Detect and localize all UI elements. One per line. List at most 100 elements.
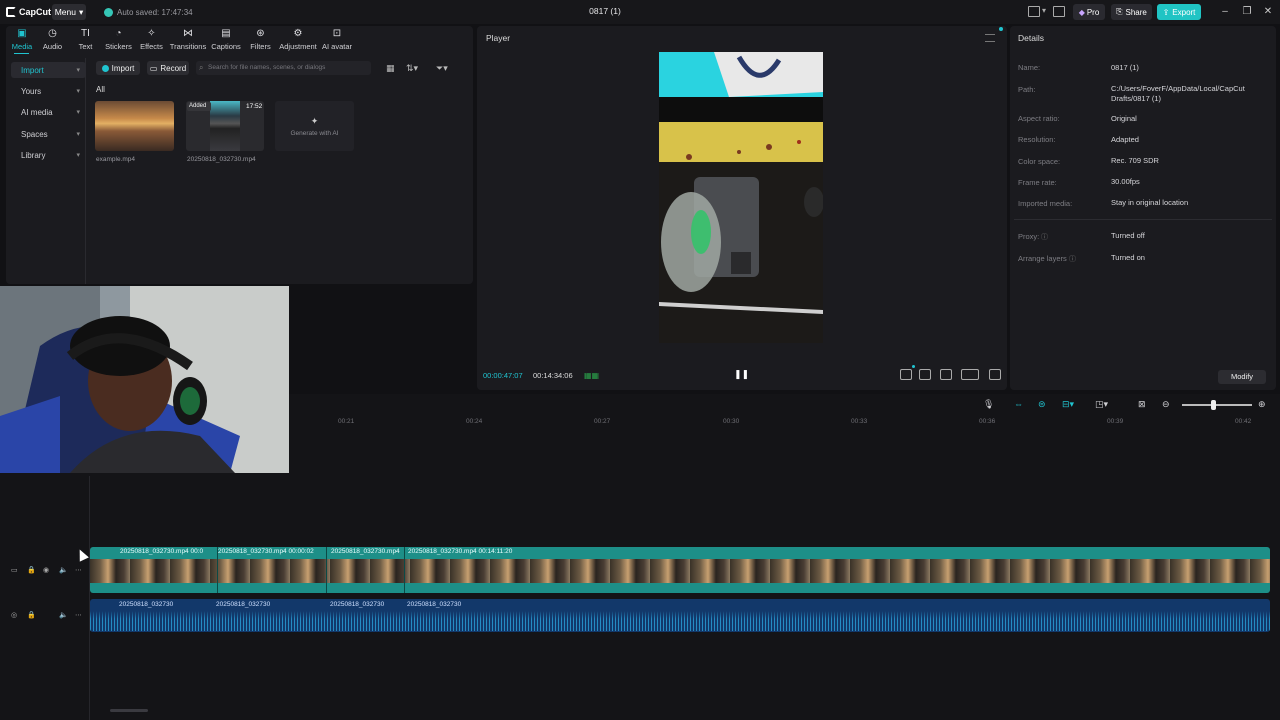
filters-icon: ⊛ [256, 28, 265, 39]
nav-yours[interactable]: Yours ▾ [11, 83, 86, 99]
divider [1014, 219, 1272, 220]
more-icon[interactable]: ⋯ [75, 611, 82, 619]
cover-icon[interactable]: ▭ [11, 566, 18, 574]
audio-track-icon[interactable]: ◎ [11, 611, 17, 619]
app-logo: CapCut [6, 5, 51, 19]
lock-icon[interactable]: 🔒 [27, 566, 36, 574]
video-preview[interactable] [659, 52, 823, 343]
modify-button[interactable]: Modify [1218, 370, 1266, 384]
hamburger-icon[interactable] [985, 34, 995, 42]
audio-icon: ◷ [48, 28, 57, 39]
tab-adjustment[interactable]: ⚙ Adjustment [277, 28, 319, 52]
nav-spaces[interactable]: Spaces ▾ [11, 126, 86, 142]
record-button[interactable]: ▭ Record [147, 61, 189, 75]
current-timecode: 00:00:47:07 [483, 371, 523, 380]
media-thumbnail[interactable] [95, 101, 174, 151]
share-button[interactable]: ⎘ Share [1111, 4, 1152, 20]
screenshot-icon[interactable] [940, 369, 952, 380]
detail-value: Rec. 709 SDR [1111, 156, 1159, 165]
stickers-icon: ◔ [115, 28, 122, 39]
snap-icon[interactable]: ⊟▾ [1062, 399, 1074, 410]
timeline-scrollbar[interactable] [110, 709, 148, 712]
quality-icon[interactable] [919, 369, 931, 380]
video-frame-image [659, 52, 823, 343]
menu-label: Menu [54, 7, 76, 17]
preview-axis-icon[interactable]: ⊠ [1138, 399, 1146, 410]
details-panel [1010, 26, 1276, 390]
detail-label: Color space: [1018, 157, 1061, 166]
chevron-down-icon: ▾ [76, 131, 80, 138]
chevron-down-icon: ▾ [76, 109, 80, 116]
eye-icon[interactable]: ◉ [43, 566, 49, 574]
nav-library[interactable]: Library ▾ [11, 147, 86, 163]
crop-icon[interactable] [900, 369, 912, 380]
tab-media[interactable]: ▣ Media [8, 28, 36, 52]
nav-label: Library [21, 150, 46, 160]
timeline-grid-icon[interactable]: ▦▦ [584, 371, 599, 380]
captions-icon: ▤ [221, 28, 231, 39]
lock-icon[interactable]: 🔒 [27, 611, 36, 619]
detail-value: Original [1111, 114, 1137, 123]
detail-value: Adapted [1111, 135, 1139, 144]
grid-view-icon[interactable]: ▦ [386, 63, 395, 74]
tab-captions[interactable]: ▤ Captions [208, 28, 244, 52]
ruler-tick: 00:36 [979, 418, 996, 425]
info-icon[interactable]: ⓘ [1041, 232, 1048, 242]
close-icon[interactable]: ✕ [1259, 4, 1277, 20]
split-icon[interactable]: ◳▾ [1095, 399, 1108, 410]
project-title[interactable]: 0817 (1) [560, 6, 650, 16]
ruler-tick: 00:30 [723, 418, 740, 425]
layout-icon[interactable] [1028, 6, 1040, 17]
zoom-slider-handle[interactable] [1211, 400, 1216, 410]
shortcuts-icon[interactable] [1053, 6, 1065, 17]
notification-dot [999, 27, 1003, 31]
minimize-icon[interactable]: – [1216, 4, 1234, 20]
detail-value: C:/Users/FoverF/AppData/Local/CapCut Dra… [1111, 84, 1245, 103]
tab-effects[interactable]: ✧ Effects [135, 28, 168, 52]
zoom-in-icon[interactable]: ⊕ [1258, 399, 1266, 410]
menu-button[interactable]: Menu ▾ [52, 4, 86, 20]
ruler-tick: 00:42 [1235, 418, 1252, 425]
pro-button[interactable]: ◆ Pro [1073, 4, 1105, 20]
sort-icon[interactable]: ⇅▾ [406, 63, 418, 74]
tab-stickers[interactable]: ◔ Stickers [102, 28, 135, 52]
media-item-name: example.mp4 [96, 156, 136, 163]
more-icon[interactable]: ⋯ [75, 566, 82, 574]
adjustment-icon: ⚙ [293, 28, 303, 39]
toolbar-tabs: ▣ Media ◷ Audio TI Text ◔ Stickers ✧ Effects … [8, 28, 355, 52]
filter-all[interactable]: All [96, 85, 105, 94]
zoom-slider[interactable] [1182, 404, 1252, 406]
nav-ai-media[interactable]: AI media ▾ [11, 104, 86, 120]
fullscreen-icon[interactable] [989, 369, 1001, 380]
microphone-icon[interactable]: 🎙 [983, 399, 994, 410]
ratio-icon[interactable] [961, 369, 979, 380]
export-button[interactable]: ⇪ Export [1157, 4, 1201, 20]
chevron-down-icon: ▾ [76, 152, 80, 159]
zoom-out-icon[interactable]: ⊖ [1162, 399, 1170, 410]
magnet-icon[interactable]: ⊜ [1038, 399, 1046, 410]
generate-with-ai-button[interactable]: ✦ Generate with AI [275, 101, 354, 151]
speaker-icon[interactable]: 🔈 [59, 566, 68, 574]
tab-transitions[interactable]: ⋈ Transitions [168, 28, 208, 52]
tab-text[interactable]: TI Text [69, 28, 102, 52]
media-search-input[interactable]: Search for file names, scenes, or dialog… [196, 61, 371, 75]
tab-filters[interactable]: ⊛ Filters [244, 28, 277, 52]
restore-icon[interactable]: ❐ [1238, 4, 1256, 20]
import-icon [101, 64, 109, 72]
tab-ai-avatar[interactable]: ⊡ AI avatar [319, 28, 355, 52]
link-clips-icon[interactable]: ⇔ [1014, 399, 1023, 409]
filter-icon[interactable]: ⏷▾ [436, 63, 448, 74]
import-button[interactable]: Import [96, 61, 140, 75]
sparkle-icon: ✦ [310, 115, 319, 126]
new-dot [912, 365, 915, 368]
autosave-text: Auto saved: 17:47:34 [117, 7, 193, 17]
chevron-down-icon[interactable]: ▾ [1042, 6, 1046, 15]
tab-label: Text [78, 42, 93, 51]
nav-import[interactable]: Import ▾ [11, 62, 86, 78]
speaker-icon[interactable]: 🔈 [59, 611, 68, 619]
media-duration: 17:52 [246, 103, 263, 110]
clip-label: 20250818_032730.mp4 00:0 [120, 548, 204, 555]
pause-button[interactable]: ❚❚ [734, 369, 749, 381]
tab-audio[interactable]: ◷ Audio [36, 28, 69, 52]
info-icon[interactable]: ⓘ [1069, 254, 1076, 264]
